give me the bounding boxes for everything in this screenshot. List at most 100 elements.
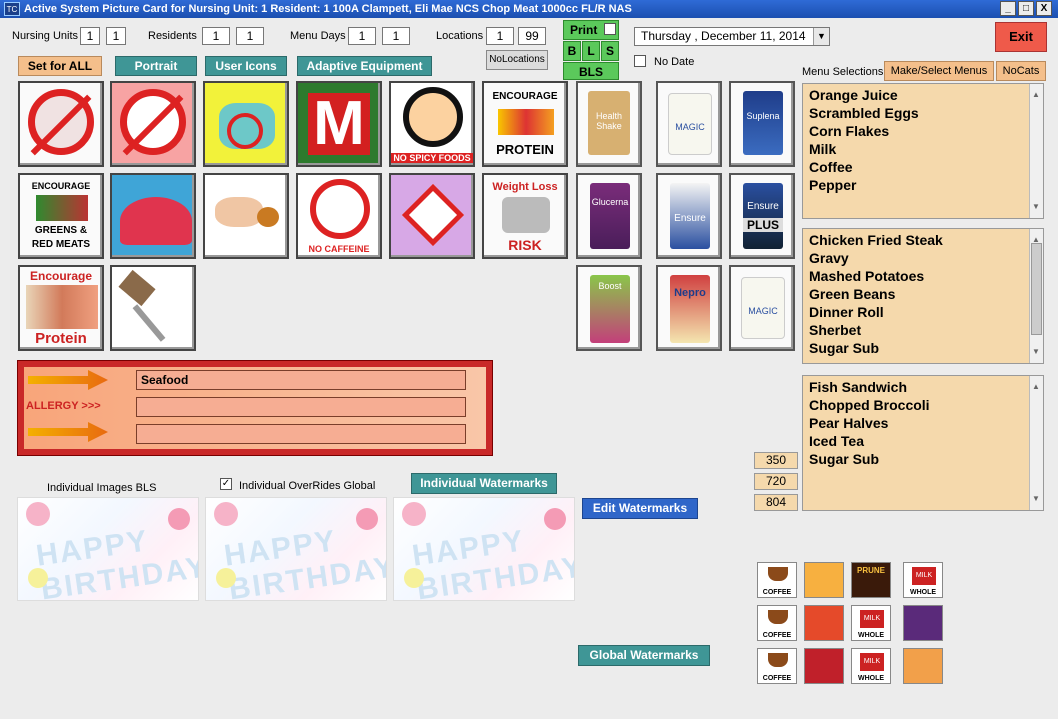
mini-orange-icon[interactable] (804, 562, 844, 598)
locations-to-input[interactable]: 99 (518, 27, 546, 45)
chevron-down-icon[interactable]: ▼ (813, 28, 829, 45)
tile-weight-loss-risk[interactable]: Weight Loss RISK (482, 173, 568, 259)
override-checkbox[interactable]: ✓ (220, 478, 232, 490)
mini-coffee-icon[interactable]: COFFEE (757, 648, 797, 684)
list-item[interactable]: Chopped Broccoli (809, 396, 1037, 414)
watermark-breakfast-image[interactable]: HAPPY BIRTHDAY (17, 497, 199, 601)
tile-no-caffeine[interactable]: NO CAFFEINE (296, 173, 382, 259)
residents-from-input[interactable]: 1 (202, 27, 230, 45)
list-item[interactable]: Fish Sandwich (809, 378, 1037, 396)
mini-coffee-icon[interactable]: COFFEE (757, 605, 797, 641)
date-picker[interactable]: Thursday , December 11, 2014 ▼ (634, 27, 830, 46)
nursing-units-to-input[interactable]: 1 (106, 27, 126, 45)
set-for-all-button[interactable]: Set for ALL (18, 56, 102, 76)
tile-no-sugar-bowl[interactable] (203, 81, 289, 167)
dinner-list[interactable]: Fish Sandwich Chopped Broccoli Pear Halv… (802, 375, 1044, 511)
tile-encourage-protein[interactable]: ENCOURAGE PROTEIN (482, 81, 568, 167)
tile-no-sugar[interactable] (110, 81, 196, 167)
tile-finger-food[interactable] (203, 173, 289, 259)
watermark-lunch-image[interactable]: HAPPY BIRTHDAY (205, 497, 387, 601)
portrait-button[interactable]: Portrait (115, 56, 197, 76)
tile-encourage-protein-2[interactable]: Encourage Protein (18, 265, 104, 351)
list-item[interactable]: Corn Flakes (809, 122, 1037, 140)
allergy-field-1[interactable]: Seafood (136, 370, 466, 390)
list-item[interactable]: Green Beans (809, 285, 1037, 303)
menu-days-to-input[interactable]: 1 (382, 27, 410, 45)
make-select-menus-button[interactable]: Make/Select Menus (884, 61, 994, 81)
list-item[interactable]: Coffee (809, 158, 1037, 176)
list-item[interactable]: Dinner Roll (809, 303, 1037, 321)
list-item[interactable]: Milk (809, 140, 1037, 158)
list-item[interactable]: Gravy (809, 249, 1037, 267)
list-item[interactable]: Chicken Fried Steak (809, 231, 1037, 249)
tile-magic-cup[interactable]: MAGIC (656, 81, 722, 167)
print-checkbox[interactable] (604, 23, 616, 35)
list-item[interactable]: Iced Tea (809, 432, 1037, 450)
mini-milk-icon[interactable]: MILK WHOLE (903, 562, 943, 598)
locations-from-input[interactable]: 1 (486, 27, 514, 45)
individual-watermarks-button[interactable]: Individual Watermarks (411, 473, 557, 494)
mini-prune-icon[interactable]: PRUNE (851, 562, 891, 598)
print-bls-button[interactable]: BLS (563, 62, 619, 80)
edit-watermarks-button[interactable]: Edit Watermarks (582, 498, 698, 519)
list-item[interactable]: Mashed Potatoes (809, 267, 1037, 285)
mini-berries-icon[interactable] (804, 648, 844, 684)
watermark-dinner-image[interactable]: HAPPY BIRTHDAY (393, 497, 575, 601)
exit-button[interactable]: Exit (995, 22, 1047, 52)
locations-label: Locations (436, 30, 484, 42)
print-l-button[interactable]: L (582, 41, 600, 61)
nolocations-button[interactable]: NoLocations (486, 50, 548, 70)
mini-milk-icon[interactable]: MILK WHOLE (851, 648, 891, 684)
tile-napkin[interactable] (110, 173, 196, 259)
nursing-units-from-input[interactable]: 1 (80, 27, 100, 45)
tile-magic-cup-2[interactable]: MAGIC (729, 265, 795, 351)
tile-no-salt[interactable] (18, 81, 104, 167)
ensure-plus-can: Ensure PLUS (743, 183, 783, 249)
list-item[interactable]: Orange Juice (809, 86, 1037, 104)
scrollbar[interactable]: ▲ ▼ (1029, 84, 1043, 218)
print-label: Print (570, 23, 598, 37)
minimize-button[interactable]: _ (1000, 1, 1016, 16)
allergy-field-3[interactable] (136, 424, 466, 444)
breakfast-list[interactable]: Orange Juice Scrambled Eggs Corn Flakes … (802, 83, 1044, 219)
tile-boost[interactable]: Boost (576, 265, 642, 351)
residents-to-input[interactable]: 1 (236, 27, 264, 45)
menu-days-from-input[interactable]: 1 (348, 27, 376, 45)
tile-health-shake[interactable]: Health Shake (576, 81, 642, 167)
list-item[interactable]: Sugar Sub (809, 450, 1037, 468)
mini-grapes-icon[interactable] (903, 605, 943, 641)
scrollbar[interactable]: ▲ ▼ (1029, 376, 1043, 510)
scrollbar[interactable]: ▲ ▼ (1029, 229, 1043, 363)
list-item[interactable]: Scrambled Eggs (809, 104, 1037, 122)
close-button[interactable]: X (1036, 1, 1052, 16)
print-b-button[interactable]: B (563, 41, 581, 61)
tile-ensure-plus[interactable]: Ensure PLUS (729, 173, 795, 259)
list-item[interactable]: Pear Halves (809, 414, 1037, 432)
mini-coffee-icon[interactable]: COFFEE (757, 562, 797, 598)
print-s-button[interactable]: S (601, 41, 619, 61)
tile-ensure[interactable]: Ensure (656, 173, 722, 259)
mini-fruit-icon[interactable] (804, 605, 844, 641)
tile-adaptive-fork[interactable] (110, 265, 196, 351)
tile-hazard[interactable] (389, 173, 475, 259)
list-item[interactable]: Sherbet (809, 321, 1037, 339)
no-date-checkbox[interactable] (634, 55, 646, 67)
adaptive-equipment-button[interactable]: Adaptive Equipment (297, 56, 432, 76)
tile-mechanical-soft[interactable]: M (296, 81, 382, 167)
list-item[interactable]: Sugar Sub (809, 339, 1037, 357)
tile-nepro[interactable]: Nepro (656, 265, 722, 351)
mini-juice-icon[interactable] (903, 648, 943, 684)
tile-no-spicy-foods[interactable]: NO SPICY FOODS (389, 81, 475, 167)
maximize-button[interactable]: □ (1018, 1, 1034, 16)
nocats-button[interactable]: NoCats (996, 61, 1046, 81)
tile-glucerna[interactable]: Glucerna (576, 173, 642, 259)
mini-milk-icon[interactable]: MILK WHOLE (851, 605, 891, 641)
allergy-field-2[interactable] (136, 397, 466, 417)
tile-suplena[interactable]: Suplena (729, 81, 795, 167)
list-item[interactable]: Pepper (809, 176, 1037, 194)
lunch-list[interactable]: Chicken Fried Steak Gravy Mashed Potatoe… (802, 228, 1044, 364)
flower-icon (214, 502, 238, 526)
user-icons-button[interactable]: User Icons (205, 56, 287, 76)
global-watermarks-button[interactable]: Global Watermarks (578, 645, 710, 666)
tile-encourage-greens[interactable]: ENCOURAGE GREENS & RED MEATS (18, 173, 104, 259)
